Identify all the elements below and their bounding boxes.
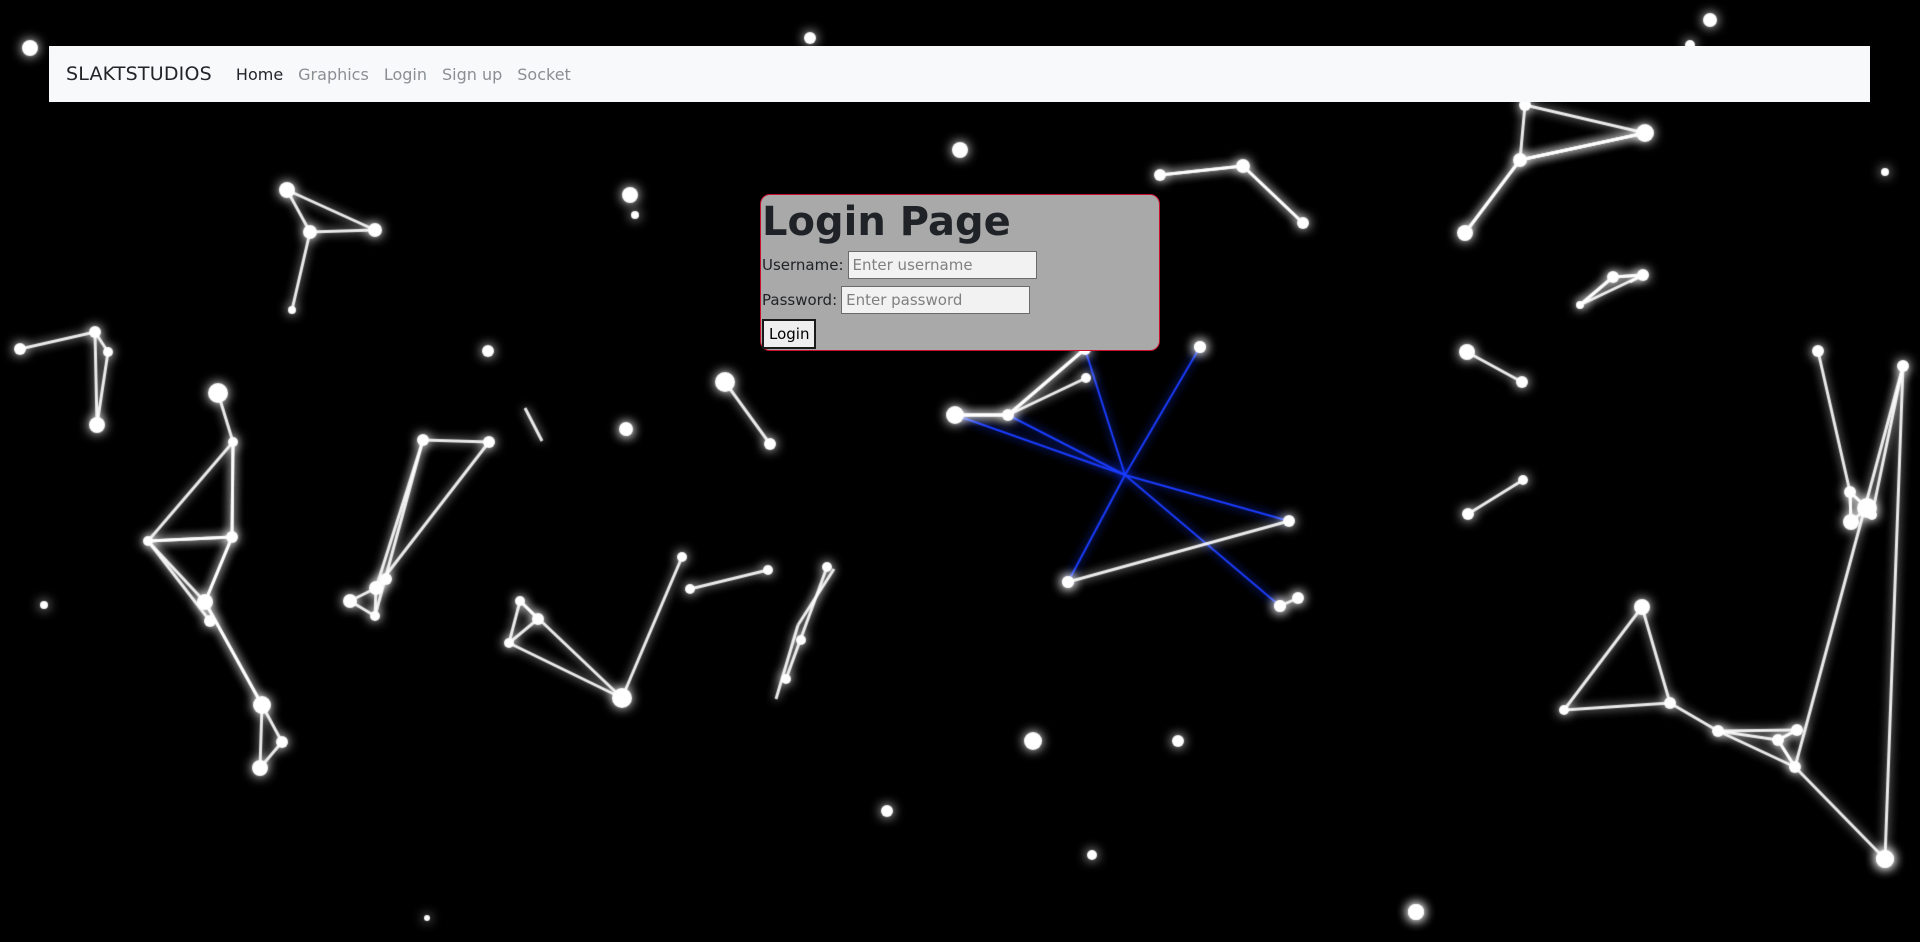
nav-link-sign-up[interactable]: Sign up bbox=[442, 65, 502, 84]
nav-link-graphics[interactable]: Graphics bbox=[298, 65, 369, 84]
particle-network-canvas[interactable] bbox=[0, 0, 1920, 942]
login-submit-button[interactable]: Login bbox=[762, 319, 817, 349]
username-input[interactable] bbox=[847, 251, 1037, 279]
password-input[interactable] bbox=[841, 286, 1031, 314]
nav-link-socket[interactable]: Socket bbox=[517, 65, 571, 84]
page-title: Login Page bbox=[762, 199, 1011, 245]
password-label: Password: bbox=[762, 291, 838, 309]
login-form-panel: Login Page Username: Password: Login bbox=[760, 194, 1160, 351]
nav-link-login[interactable]: Login bbox=[384, 65, 427, 84]
username-label: Username: bbox=[762, 256, 844, 274]
top-navbar: SLAKTSTUDIOS Home Graphics Login Sign up… bbox=[49, 46, 1870, 102]
nav-link-home[interactable]: Home bbox=[236, 65, 283, 84]
username-row: Username: bbox=[762, 249, 1159, 281]
brand-logo-text[interactable]: SLAKTSTUDIOS bbox=[66, 63, 212, 85]
password-row: Password: bbox=[762, 284, 1159, 316]
